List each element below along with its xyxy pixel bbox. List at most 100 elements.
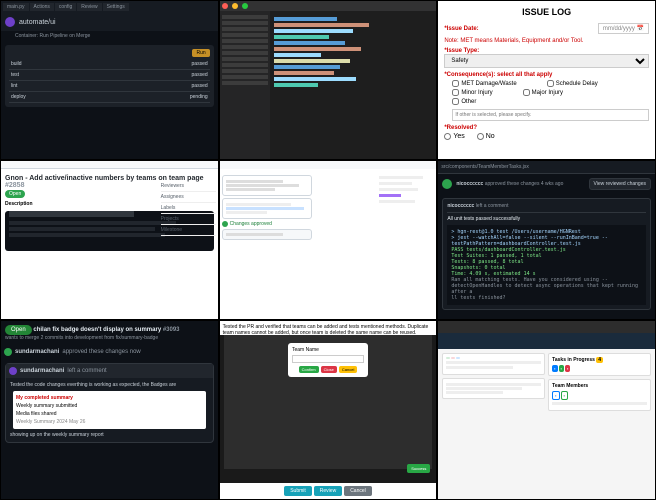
team-name-input[interactable] <box>292 355 364 363</box>
jobs-panel: Run buildpassed testpassed lintpassed de… <box>5 45 214 107</box>
app-header <box>438 333 655 349</box>
sidebar-labels[interactable]: Labels <box>161 203 216 214</box>
check-other[interactable]: Other <box>452 98 476 105</box>
radio-no[interactable]: No <box>477 133 495 140</box>
merge-box <box>222 229 312 240</box>
close-button[interactable]: Close <box>321 366 337 373</box>
comment-box: nicocccccc left a comment All unit tests… <box>442 198 651 310</box>
check-major[interactable]: Major Injury <box>523 89 563 96</box>
approval-row: sundarmachani approved these changes now <box>1 345 218 359</box>
tab[interactable]: Review <box>77 3 101 11</box>
pr-sidebar: Reviewers Assignees Labels Projects Mile… <box>161 181 216 236</box>
ide-window-1: main.py Actions config Review Settings a… <box>0 0 219 160</box>
widget-card[interactable] <box>442 353 545 375</box>
date-input[interactable]: mm/dd/yyyy 📅 <box>598 23 649 34</box>
comment-header: sundarmachani left a comment <box>6 364 213 378</box>
sidebar-assignees[interactable]: Assignees <box>161 192 216 203</box>
tab[interactable]: config <box>55 3 76 11</box>
description-text: Tested the PR and verified that teams ca… <box>220 321 437 335</box>
modal-label: Team Name <box>292 347 364 353</box>
cancel-button[interactable]: Cancel <box>344 486 372 496</box>
radio-yes[interactable]: Yes <box>444 133 464 140</box>
sidebar-reviewers[interactable]: Reviewers <box>161 181 216 192</box>
file-explorer[interactable] <box>220 11 270 159</box>
code-editor[interactable] <box>270 11 437 159</box>
form-note: Note: MET means Materials, Equipment and… <box>444 38 649 44</box>
approval-row: nicocccccc approved these changes 4 wks … <box>438 174 655 194</box>
avatar[interactable] <box>5 17 15 27</box>
check-icon <box>442 179 452 189</box>
header: automate/ui <box>1 13 218 31</box>
date-field: *Issue Date: mm/dd/yyyy 📅 <box>444 23 649 34</box>
window-controls <box>220 1 437 11</box>
pr-subline: wants to merge 2 commits into developmen… <box>5 335 214 341</box>
sidebar-milestone[interactable]: Milestone <box>161 225 216 236</box>
modal-screenshot: Tested the PR and verified that teams ca… <box>219 320 438 500</box>
view-changes-button[interactable]: View reviewed changes <box>589 178 651 190</box>
tab[interactable]: Settings <box>103 3 129 11</box>
pr-title: chilan fix badge doesn't display on summ… <box>33 327 179 333</box>
submit-button[interactable]: Submit <box>284 486 312 496</box>
comment-text: showing up on the weekly summary report <box>10 432 209 438</box>
comment-card <box>222 175 312 196</box>
tab[interactable]: Actions <box>30 3 54 11</box>
sidebar-projects[interactable]: Projects <box>161 214 216 225</box>
consequence-checks: MET Damage/Waste Schedule Delay Minor In… <box>452 80 649 121</box>
table-row[interactable]: lintpassed <box>9 81 210 92</box>
embedded-screenshot: My completed summary Weekly summary subm… <box>13 391 206 429</box>
github-review-dark: src/components/TeamMemberTasks.jsx nicoc… <box>437 160 656 320</box>
comment-box: sundarmachani left a comment Tested the … <box>5 363 214 443</box>
review-button[interactable]: Review <box>314 486 342 496</box>
team-widget[interactable]: Team Members ▪ ▪ <box>548 379 651 411</box>
browser-bar <box>220 161 437 169</box>
subtitle: Container: Run Pipeline on Merge <box>1 31 218 41</box>
dashboard: Tasks in Progress 4 ▪ ▪ ▪ Team Members ▪… <box>437 320 656 500</box>
approved-status: Changes approved <box>222 221 312 227</box>
run-button[interactable]: Run <box>192 49 209 57</box>
comment-card <box>222 198 312 219</box>
status-badge: Open <box>5 190 25 198</box>
tab-bar: main.py Actions config Review Settings <box>1 1 218 13</box>
tab[interactable]: main.py <box>3 3 29 11</box>
pr-header: Open chilan fix badge doesn't display on… <box>1 321 218 345</box>
comment-author[interactable]: nicocccccc <box>447 203 474 209</box>
cancel-button[interactable]: Cancel <box>339 366 357 373</box>
team-modal: Team Name Confirm Close Cancel <box>288 343 368 377</box>
resolved-label: *Resolved? <box>444 125 649 131</box>
date-label: *Issue Date: <box>444 26 478 32</box>
confirm-button[interactable]: Confirm <box>299 366 319 373</box>
comment-text: All unit tests passed successfully <box>447 213 646 225</box>
browser-bar <box>438 321 655 333</box>
github-pr-light: Gnon - Add active/inactive numbers by te… <box>0 160 219 320</box>
maximize-icon[interactable] <box>242 3 248 9</box>
check-minor[interactable]: Minor Injury <box>452 89 492 96</box>
avatar[interactable] <box>9 367 17 375</box>
close-icon[interactable] <box>222 3 228 9</box>
table-row[interactable]: testpassed <box>9 70 210 81</box>
check-icon <box>4 348 12 356</box>
issue-log-form: ISSUE LOG *Issue Date: mm/dd/yyyy 📅 Note… <box>437 0 656 160</box>
consequence-label: *Consequence(s): select all that apply <box>444 72 649 78</box>
table-row[interactable]: buildpassed <box>9 59 210 70</box>
check-schedule[interactable]: Schedule Delay <box>547 80 598 87</box>
vscode-window <box>219 0 438 160</box>
check-icon <box>222 221 228 227</box>
comment-text: Tested the code changes everthing is wor… <box>10 382 209 388</box>
tasks-widget[interactable]: Tasks in Progress 4 ▪ ▪ ▪ <box>548 353 651 376</box>
status-badge: Open <box>5 325 32 335</box>
resolved-radios: Yes No <box>444 133 649 140</box>
widget-card[interactable] <box>442 378 545 399</box>
file-path: src/components/TeamMemberTasks.jsx <box>438 161 655 174</box>
github-pr-dark: Open chilan fix badge doesn't display on… <box>0 320 219 500</box>
check-met[interactable]: MET Damage/Waste <box>452 80 516 87</box>
minimize-icon[interactable] <box>232 3 238 9</box>
table-row[interactable]: deploypending <box>9 92 210 103</box>
success-toast: Success <box>407 464 430 473</box>
github-pr-light-2: Changes approved <box>219 160 438 320</box>
bottom-toolbar: Submit Review Cancel <box>220 483 437 499</box>
issue-type-select[interactable]: Safety <box>444 54 649 68</box>
other-input[interactable] <box>452 109 649 121</box>
form-title: ISSUE LOG <box>444 7 649 17</box>
browser-bar <box>1 161 218 169</box>
repo-name: automate/ui <box>19 19 56 26</box>
